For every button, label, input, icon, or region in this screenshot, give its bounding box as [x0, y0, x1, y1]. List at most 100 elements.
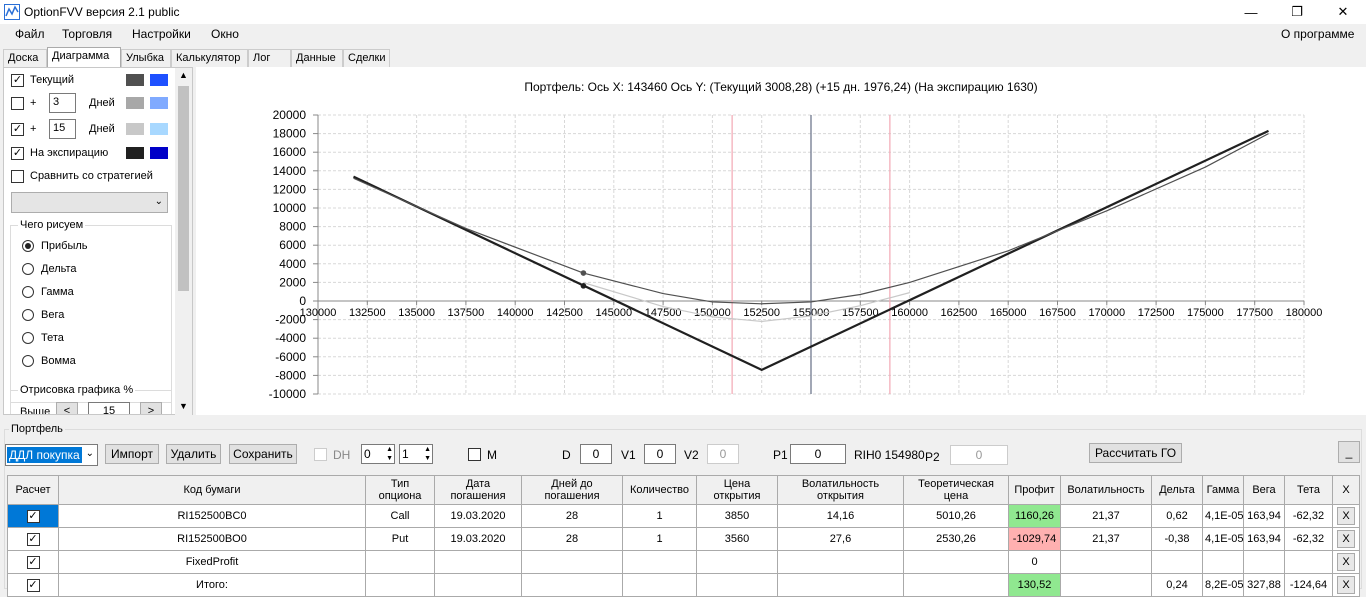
table-cell[interactable]: [1060, 550, 1152, 574]
m-checkbox[interactable]: [468, 448, 481, 461]
table-cell[interactable]: [1284, 550, 1333, 574]
table-cell[interactable]: 19.03.2020: [434, 504, 522, 528]
portfolio-dropdown[interactable]: ДДЛ покупка ⌄: [5, 444, 98, 466]
table-cell[interactable]: [434, 573, 522, 597]
days-1-dark-swatch[interactable]: [126, 97, 144, 109]
table-cell[interactable]: 0,62: [1151, 504, 1203, 528]
tab-log[interactable]: Лог: [248, 49, 291, 67]
tab-calculator[interactable]: Калькулятор: [171, 49, 248, 67]
table-row[interactable]: ✓ RI152500BO0 Put 19.03.2020 28 1 3560 27,6 2530…: [7, 527, 1360, 551]
table-cell[interactable]: -124,64: [1284, 573, 1333, 597]
days-2-input[interactable]: 15: [49, 119, 76, 139]
left-panel-scrollbar[interactable]: ▲ ▼: [175, 68, 192, 415]
remove-row-button[interactable]: X: [1337, 507, 1355, 525]
table-cell[interactable]: [521, 550, 623, 574]
close-button[interactable]: ✕: [1320, 0, 1366, 24]
col-header[interactable]: X: [1332, 475, 1360, 505]
table-cell[interactable]: ✓: [7, 527, 59, 551]
minimize-portfolio-button[interactable]: _: [1338, 441, 1360, 463]
d-input[interactable]: 0: [580, 444, 612, 464]
table-cell[interactable]: 28: [521, 504, 623, 528]
col-header[interactable]: Дата погашения: [434, 475, 522, 505]
table-cell[interactable]: FixedProfit: [58, 550, 366, 574]
table-cell[interactable]: -62,32: [1284, 504, 1333, 528]
menu-about[interactable]: О программе: [1275, 27, 1360, 41]
table-cell[interactable]: 130,52: [1008, 573, 1061, 597]
table-cell[interactable]: 27,6: [777, 527, 904, 551]
radio-delta[interactable]: [22, 263, 34, 275]
col-header[interactable]: Цена открытия: [696, 475, 778, 505]
table-cell[interactable]: [696, 573, 778, 597]
above-increase-button[interactable]: >: [140, 402, 162, 414]
table-cell[interactable]: 8,2E-05: [1202, 573, 1244, 597]
tab-trades[interactable]: Сделки: [343, 49, 390, 67]
above-input[interactable]: 15: [88, 402, 130, 414]
radio-vega[interactable]: [22, 309, 34, 321]
dh-spin-1[interactable]: 0 ▲ ▼: [361, 444, 395, 464]
tab-data[interactable]: Данные: [291, 49, 343, 67]
table-cell[interactable]: [1202, 550, 1244, 574]
table-cell[interactable]: X: [1332, 504, 1360, 528]
table-cell[interactable]: RI152500BO0: [58, 527, 366, 551]
calc-go-button[interactable]: Рассчитать ГО: [1089, 443, 1182, 463]
delete-button[interactable]: Удалить: [166, 444, 221, 464]
spin-arrows-icon[interactable]: ▲ ▼: [386, 445, 393, 463]
col-header[interactable]: Количество: [622, 475, 697, 505]
table-cell[interactable]: [903, 573, 1009, 597]
table-cell[interactable]: X: [1332, 573, 1360, 597]
table-cell[interactable]: [365, 573, 435, 597]
table-cell[interactable]: [622, 573, 697, 597]
tab-diagram[interactable]: Диаграмма: [47, 47, 121, 68]
table-cell[interactable]: ✓: [7, 573, 59, 597]
p2-input[interactable]: 0: [950, 445, 1008, 465]
dh-spin-2[interactable]: 1 ▲ ▼: [399, 444, 433, 464]
table-cell[interactable]: 3560: [696, 527, 778, 551]
radio-vomma[interactable]: [22, 355, 34, 367]
table-cell[interactable]: Call: [365, 504, 435, 528]
remove-row-button[interactable]: X: [1337, 576, 1355, 594]
scroll-thumb[interactable]: [178, 86, 189, 291]
plus-days-1-checkbox[interactable]: [11, 97, 24, 110]
col-header[interactable]: Дней до погашения: [521, 475, 623, 505]
calc-checkbox[interactable]: ✓: [26, 555, 40, 569]
restore-button[interactable]: ❐: [1274, 0, 1320, 24]
table-cell[interactable]: 5010,26: [903, 504, 1009, 528]
table-cell[interactable]: 163,94: [1243, 504, 1285, 528]
table-cell[interactable]: Итого:: [58, 573, 366, 597]
table-cell[interactable]: ✓: [7, 550, 59, 574]
table-cell[interactable]: 1160,26: [1008, 504, 1061, 528]
expiry-dark-swatch[interactable]: [126, 147, 144, 159]
table-cell[interactable]: [1243, 550, 1285, 574]
table-cell[interactable]: [622, 550, 697, 574]
calc-checkbox[interactable]: ✓: [26, 509, 40, 523]
table-cell[interactable]: 3850: [696, 504, 778, 528]
table-cell[interactable]: [696, 550, 778, 574]
table-cell[interactable]: [777, 573, 904, 597]
col-header[interactable]: Теоретическая цена: [903, 475, 1009, 505]
table-cell[interactable]: 19.03.2020: [434, 527, 522, 551]
col-header[interactable]: Волатильность: [1060, 475, 1152, 505]
col-header[interactable]: Вега: [1243, 475, 1285, 505]
table-cell[interactable]: [1060, 573, 1152, 597]
table-cell[interactable]: 4,1E-05: [1202, 504, 1244, 528]
menu-window[interactable]: Окно: [205, 27, 245, 41]
expiry-checkbox[interactable]: ✓: [11, 147, 24, 160]
table-cell[interactable]: Put: [365, 527, 435, 551]
days-1-input[interactable]: 3: [49, 93, 76, 113]
table-cell[interactable]: 21,37: [1060, 527, 1152, 551]
col-header[interactable]: Код бумаги: [58, 475, 366, 505]
calc-checkbox[interactable]: ✓: [26, 532, 40, 546]
menu-file[interactable]: Файл: [9, 27, 51, 41]
col-header[interactable]: Тип опциона: [365, 475, 435, 505]
col-header[interactable]: Тета: [1284, 475, 1333, 505]
table-cell[interactable]: [365, 550, 435, 574]
col-header[interactable]: Дельта: [1151, 475, 1203, 505]
col-header[interactable]: Профит: [1008, 475, 1061, 505]
strategy-dropdown[interactable]: ⌄: [11, 192, 168, 213]
col-header[interactable]: Расчет: [7, 475, 59, 505]
expiry-light-swatch[interactable]: [150, 147, 168, 159]
v1-input[interactable]: 0: [644, 444, 676, 464]
col-header[interactable]: Волатильность открытия: [777, 475, 904, 505]
remove-row-button[interactable]: X: [1337, 530, 1355, 548]
spin-arrows-icon[interactable]: ▲ ▼: [424, 445, 431, 463]
